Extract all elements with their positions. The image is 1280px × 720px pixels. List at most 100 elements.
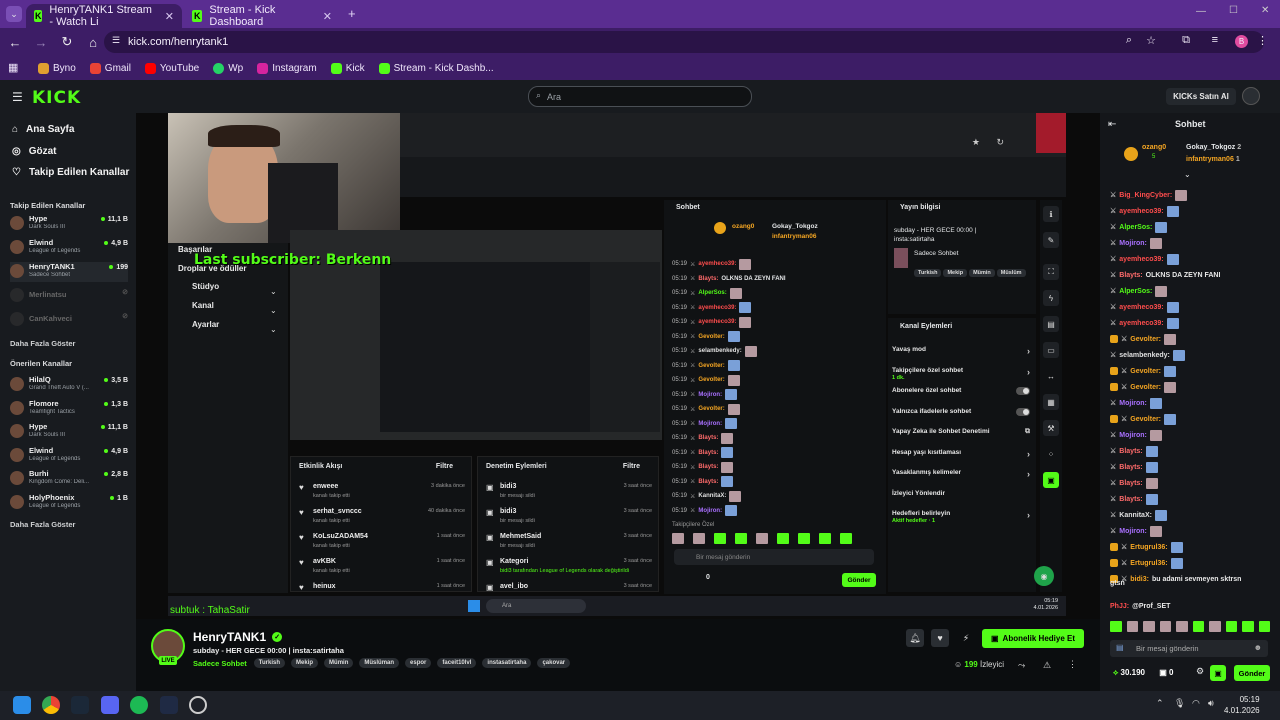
chat-username[interactable]: Mojiron: bbox=[1119, 528, 1147, 535]
chat-username[interactable]: Big_KingCyber: bbox=[1119, 192, 1172, 199]
apps-grid-icon[interactable]: ▦ bbox=[8, 61, 18, 74]
stream-tag[interactable]: Mekip bbox=[291, 658, 319, 668]
channel-name[interactable]: HenryTANK1 ✓ bbox=[193, 630, 283, 644]
bookmark-star-icon[interactable]: ☆ bbox=[1146, 34, 1156, 47]
volume-icon[interactable]: 🔊︎ bbox=[1208, 698, 1214, 709]
stream-tag[interactable]: faceit10lvl bbox=[437, 658, 477, 668]
chat-username[interactable]: ayemheco39: bbox=[1119, 208, 1163, 215]
followed-channel-1[interactable]: Elwind League of Legends 4,9 B bbox=[10, 238, 128, 258]
chat-username[interactable]: AlperSos: bbox=[1119, 224, 1152, 231]
collapse-chat-icon[interactable]: ⇤ bbox=[1108, 119, 1116, 130]
close-tab-icon[interactable]: ✕ bbox=[165, 10, 174, 23]
valorant-icon[interactable] bbox=[160, 696, 178, 714]
forward-icon[interactable]: → bbox=[28, 35, 54, 50]
site-info-icon[interactable]: ☰ bbox=[112, 35, 120, 46]
more-icon[interactable]: ⋮ bbox=[1068, 659, 1077, 670]
os-clock[interactable]: 05:19 4.01.2026 bbox=[1224, 694, 1260, 716]
recommended-channel-0[interactable]: HilalQ Grand Theft Auto V (... 3,5 B bbox=[10, 375, 128, 395]
top-gifter-2[interactable]: Gokay_Tokgoz 2 bbox=[1186, 144, 1241, 151]
chat-username[interactable]: Blayts: bbox=[1119, 448, 1142, 455]
chat-message-input[interactable]: Bir mesaj gönderin ☻ ▤ bbox=[1110, 640, 1268, 657]
recommended-channel-5[interactable]: HolyPhoenix League of Legends 1 B bbox=[10, 493, 128, 513]
chat-username[interactable]: Gevolter: bbox=[1130, 336, 1161, 343]
emoji-icon[interactable]: ☻ bbox=[1254, 643, 1262, 652]
windows-start-icon[interactable] bbox=[13, 696, 31, 714]
bookmark-gmail[interactable]: Gmail bbox=[89, 62, 131, 74]
chat-username[interactable]: Ertugrul36: bbox=[1130, 560, 1167, 567]
chat-username[interactable]: ayemheco39: bbox=[1119, 256, 1163, 263]
reading-list-icon[interactable]: ≡ bbox=[1212, 34, 1218, 46]
new-tab-icon[interactable]: + bbox=[348, 6, 356, 21]
kick-logo[interactable]: KICK bbox=[32, 88, 81, 108]
mic-icon[interactable]: 🎙︎ bbox=[1174, 698, 1185, 709]
chat-username[interactable]: PhJJ: bbox=[1110, 603, 1129, 610]
bookmark-byno[interactable]: Byno bbox=[38, 62, 76, 74]
back-icon[interactable]: ← bbox=[2, 35, 28, 50]
stream-tag[interactable]: Turkish bbox=[253, 658, 286, 668]
tray-chevron-icon[interactable]: ⌃ bbox=[1156, 698, 1164, 709]
top-gifter-1[interactable]: ozang0 bbox=[1142, 144, 1166, 151]
chat-username[interactable]: Mojiron: bbox=[1119, 240, 1147, 247]
show-more-recommended[interactable]: Daha Fazla Göster bbox=[10, 520, 75, 529]
close-tab-icon[interactable]: ✕ bbox=[323, 10, 332, 23]
user-avatar[interactable] bbox=[1242, 87, 1260, 105]
share-icon[interactable]: ⤳ bbox=[1018, 660, 1025, 671]
bookmark-kick-dashboard[interactable]: Stream - Kick Dashb... bbox=[378, 62, 494, 74]
chat-username[interactable]: ayemheco39: bbox=[1119, 320, 1163, 327]
stream-tag[interactable]: çakovar bbox=[537, 658, 571, 668]
chat-username[interactable]: Blayts: bbox=[1119, 464, 1142, 471]
reload-icon[interactable]: ↻ bbox=[54, 34, 80, 50]
url-field[interactable]: ☰ kick.com/henrytank1 ⌕ ☆ ⧉ ≡ B ⋮ bbox=[104, 31, 1268, 53]
show-more-followed[interactable]: Daha Fazla Göster bbox=[10, 339, 75, 348]
chat-send-button[interactable]: Gönder bbox=[1234, 665, 1270, 681]
home-icon[interactable]: ⌂ bbox=[80, 35, 106, 50]
chat-username[interactable]: ayemheco39: bbox=[1119, 304, 1163, 311]
followed-channel-4[interactable]: CanKahveci ⊘ bbox=[10, 310, 128, 330]
report-icon[interactable]: ⚠ bbox=[1043, 660, 1051, 671]
bookmark-wp[interactable]: Wp bbox=[213, 62, 243, 74]
kick-points[interactable]: ⟡ 30.190 ▣ 0 bbox=[1113, 668, 1173, 678]
nav-browse[interactable]: ◎ Gözat bbox=[12, 146, 57, 157]
followed-channel-0[interactable]: Hype Dark Souls III 11,1 B bbox=[10, 214, 128, 234]
minimize-icon[interactable]: — bbox=[1196, 6, 1206, 17]
chat-username[interactable]: selambenkedy: bbox=[1119, 352, 1170, 359]
chat-gear-icon[interactable]: ⚙ bbox=[1196, 666, 1204, 677]
chat-username[interactable]: Gevolter: bbox=[1130, 416, 1161, 423]
bookmark-youtube[interactable]: YouTube bbox=[144, 62, 199, 74]
nav-home[interactable]: ⌂ Ana Sayfa bbox=[12, 124, 74, 135]
zoom-icon[interactable]: ⌕ bbox=[1126, 34, 1132, 47]
extensions-icon[interactable]: ⧉ bbox=[1182, 34, 1190, 47]
chat-settings-icon[interactable]: ▤ bbox=[1116, 643, 1124, 652]
gift-sub-button[interactable]: ▣ Abonelik Hediye Et bbox=[982, 629, 1084, 648]
maximize-icon[interactable]: ☐ bbox=[1229, 5, 1238, 16]
boost-icon[interactable]: ⚡︎ bbox=[957, 629, 975, 647]
chevron-down-icon[interactable]: ⌄ bbox=[1184, 170, 1191, 179]
chat-username[interactable]: Mojiron: bbox=[1119, 400, 1147, 407]
follow-heart-button[interactable]: ♥ bbox=[931, 629, 949, 647]
bookmark-kick[interactable]: Kick bbox=[330, 62, 365, 74]
tab-search-icon[interactable]: ⌄ bbox=[6, 6, 22, 22]
steam-icon[interactable] bbox=[71, 696, 89, 714]
chat-username[interactable]: Blayts: bbox=[1119, 272, 1142, 279]
notification-bell-button[interactable]: 🔔︎ bbox=[906, 629, 924, 647]
obs-icon[interactable] bbox=[189, 696, 207, 714]
chat-username[interactable]: Blayts: bbox=[1119, 496, 1142, 503]
wifi-icon[interactable]: ◠ bbox=[1192, 698, 1200, 709]
top-gifter-3[interactable]: infantryman06 1 bbox=[1186, 156, 1240, 163]
window-close-icon[interactable]: ✕ bbox=[1261, 5, 1269, 16]
buy-kicks-button[interactable]: KICKs Satın Al bbox=[1166, 88, 1236, 105]
chat-username[interactable]: Ertugrul36: bbox=[1130, 544, 1167, 551]
menu-kebab-icon[interactable]: ⋮ bbox=[1257, 34, 1268, 47]
chat-username[interactable]: Gevolter: bbox=[1130, 384, 1161, 391]
tab-kick-dashboard[interactable]: K Stream - Kick Dashboard ✕ bbox=[184, 4, 340, 28]
tab-stream-watch[interactable]: K HenryTANK1 Stream - Watch Li ✕ bbox=[26, 4, 182, 28]
stream-tag[interactable]: Müslüman bbox=[359, 658, 400, 668]
stream-tag[interactable]: instasatirtaha bbox=[482, 658, 532, 668]
chat-username[interactable]: AlperSos: bbox=[1119, 288, 1152, 295]
chat-username[interactable]: Mojiron: bbox=[1119, 432, 1147, 439]
chat-username[interactable]: Gevolter: bbox=[1130, 368, 1161, 375]
chat-username[interactable]: Blayts: bbox=[1119, 480, 1142, 487]
hamburger-menu-icon[interactable]: ☰ bbox=[12, 90, 23, 104]
followed-channel-2[interactable]: HenryTANK1 Sadece Sohbet 199 bbox=[10, 262, 128, 282]
nav-following[interactable]: ♡ Takip Edilen Kanallar bbox=[12, 167, 129, 178]
